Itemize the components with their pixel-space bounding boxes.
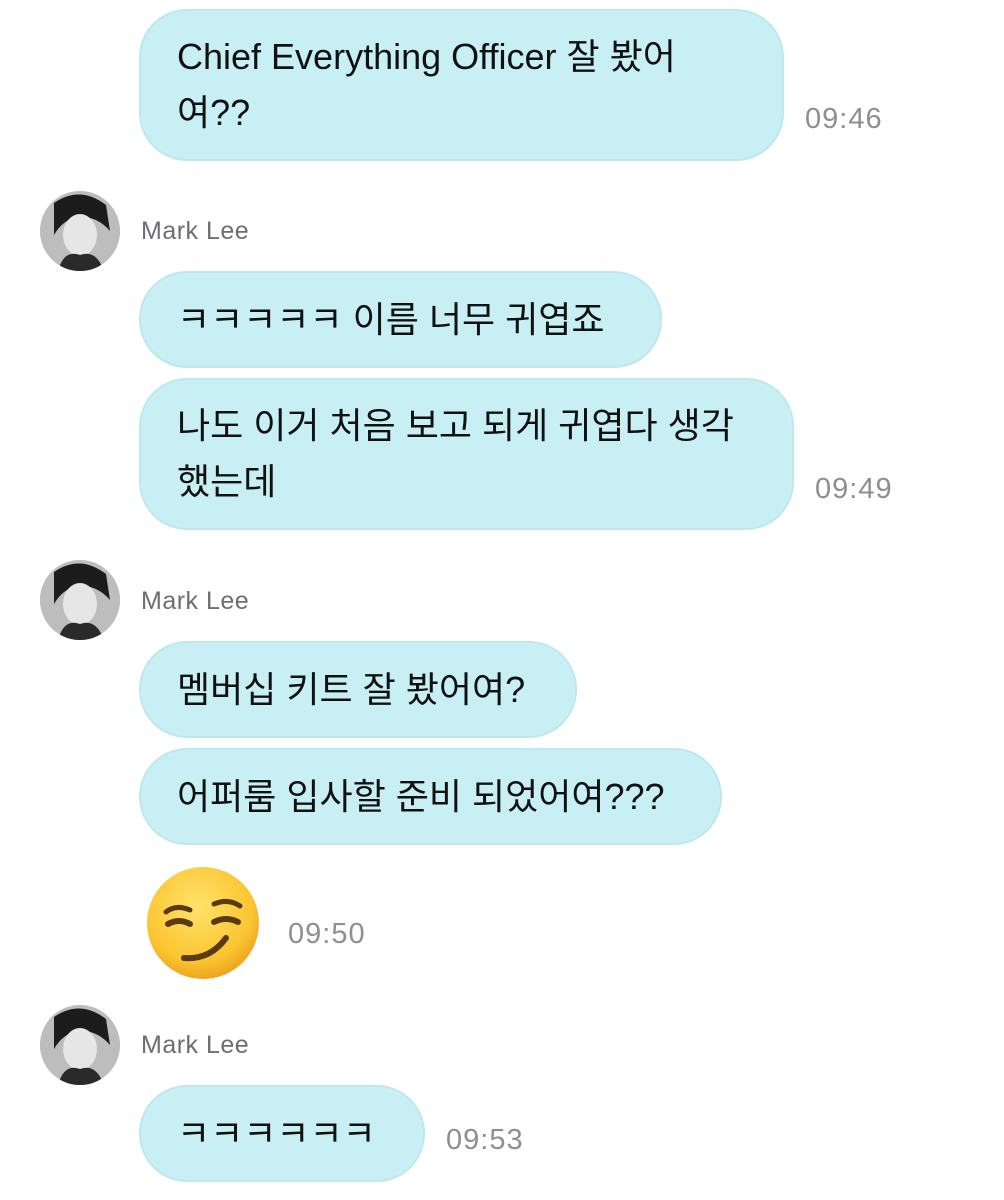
smirking-face-emoji[interactable]: [144, 864, 262, 982]
message-timestamp: 09:53: [446, 1124, 524, 1156]
avatar-photo: [40, 191, 120, 271]
message-timestamp: 09:50: [288, 918, 366, 950]
sender-name: Mark Lee: [141, 587, 250, 615]
message-text: 나도 이거 처음 보고 되게 귀엽다 생각 했는데: [177, 405, 734, 502]
sender-name: Mark Lee: [141, 217, 250, 245]
avatar[interactable]: [40, 1005, 120, 1085]
message-timestamp: 09:46: [805, 103, 883, 135]
message-bubble[interactable]: 어퍼룸 입사할 준비 되었어여???: [139, 748, 722, 845]
message-bubble[interactable]: Chief Everything Officer 잘 봤어 여??: [139, 9, 784, 161]
sender-name: Mark Lee: [141, 1031, 250, 1059]
avatar[interactable]: [40, 191, 120, 271]
message-text: 멤버십 키트 잘 봤어여?: [177, 668, 526, 710]
message-timestamp: 09:49: [815, 473, 893, 505]
avatar-photo: [40, 1005, 120, 1085]
message-text: ㅋㅋㅋㅋㅋ 이름 너무 귀엽죠: [177, 298, 605, 340]
message-bubble[interactable]: 나도 이거 처음 보고 되게 귀엽다 생각 했는데: [139, 378, 794, 530]
message-bubble[interactable]: ㅋㅋㅋㅋㅋㅋ: [139, 1085, 425, 1182]
message-text: ㅋㅋㅋㅋㅋㅋ: [177, 1112, 376, 1154]
message-bubble[interactable]: 멤버십 키트 잘 봤어여?: [139, 641, 577, 738]
message-text: 어퍼룸 입사할 준비 되었어여???: [177, 775, 665, 817]
message-text: Chief Everything Officer 잘 봤어 여??: [177, 36, 676, 133]
message-bubble[interactable]: ㅋㅋㅋㅋㅋ 이름 너무 귀엽죠: [139, 271, 662, 368]
avatar-photo: [40, 560, 120, 640]
avatar[interactable]: [40, 560, 120, 640]
